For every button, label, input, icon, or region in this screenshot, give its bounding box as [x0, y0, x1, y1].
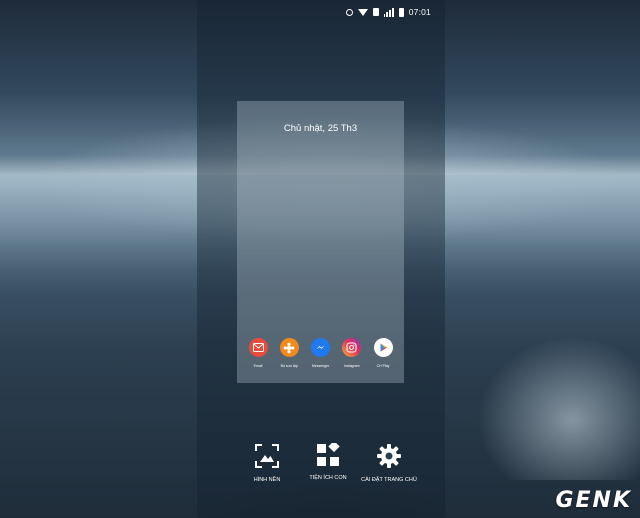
- action-label: TIỆN ÍCH CON: [309, 475, 347, 481]
- app-dock: Email Bộ sưu tập Messenger Instagram CH …: [244, 338, 397, 368]
- wallpaper-button[interactable]: HÌNH NỀN: [238, 443, 296, 483]
- messenger-icon: [311, 338, 330, 357]
- home-edit-actions: HÌNH NỀN TIỆN ÍCH CON CÀI ĐẶT TRANG CHỦ: [238, 443, 418, 483]
- nfc-icon: [372, 8, 379, 16]
- app-play-store[interactable]: CH Play: [369, 338, 397, 368]
- instagram-icon: [342, 338, 362, 357]
- battery-icon: [398, 7, 404, 17]
- app-messenger[interactable]: Messenger: [307, 338, 335, 368]
- app-label: Instagram: [343, 364, 360, 368]
- app-gallery[interactable]: Bộ sưu tập: [275, 338, 303, 368]
- play-store-icon: [373, 338, 393, 357]
- wallpaper-icon: [255, 444, 279, 468]
- app-label: Messenger: [311, 364, 330, 368]
- home-screen-preview[interactable]: Chủ nhật, 25 Th3 Email Bộ sưu tập Messen…: [237, 101, 404, 383]
- gallery-icon: [279, 338, 299, 357]
- email-icon: [248, 338, 268, 357]
- app-label: Email: [253, 364, 263, 368]
- action-label: HÌNH NỀN: [253, 477, 281, 483]
- gear-icon: [377, 444, 401, 468]
- wave-foam: [470, 330, 640, 480]
- status-bar: 07:01: [345, 6, 431, 18]
- signal-icon: [383, 7, 394, 17]
- home-settings-button[interactable]: CÀI ĐẶT TRANG CHỦ: [360, 443, 418, 483]
- action-label: CÀI ĐẶT TRANG CHỦ: [361, 477, 417, 483]
- app-email[interactable]: Email: [244, 338, 272, 368]
- wifi-icon: [357, 8, 368, 16]
- widgets-button[interactable]: TIỆN ÍCH CON: [299, 443, 357, 483]
- widgets-icon: [317, 443, 340, 466]
- date-widget: Chủ nhật, 25 Th3: [283, 123, 358, 134]
- status-time: 07:01: [408, 7, 431, 17]
- app-instagram[interactable]: Instagram: [338, 338, 366, 368]
- genk-watermark: GENK: [555, 488, 632, 513]
- app-label: CH Play: [376, 364, 390, 368]
- watermark-text: GENK: [555, 488, 632, 513]
- alarm-icon: [345, 8, 353, 16]
- app-label: Bộ sưu tập: [280, 364, 298, 368]
